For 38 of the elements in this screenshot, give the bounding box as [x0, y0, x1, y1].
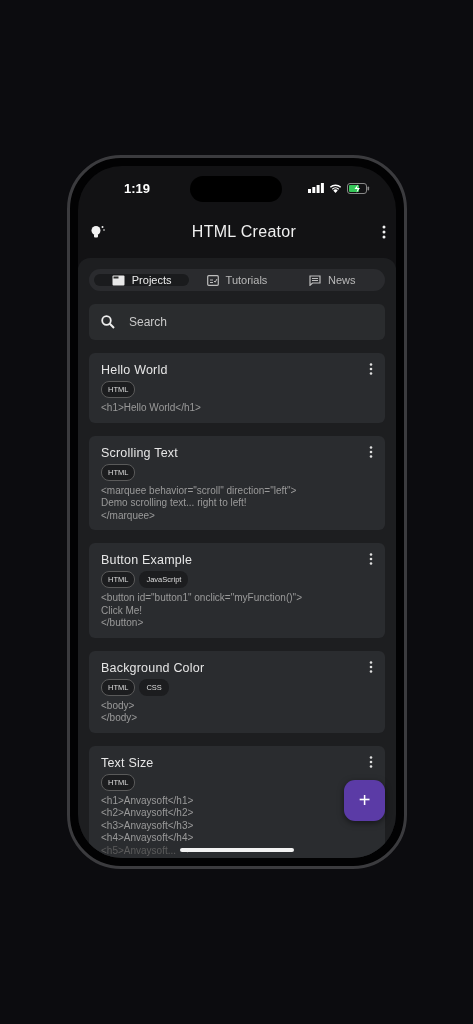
- more-icon[interactable]: [369, 660, 373, 673]
- code-line: <button id="button1" onclick="myFunction()">: [101, 592, 302, 605]
- code-line: Click Me!: [101, 604, 143, 617]
- wifi-icon: [329, 183, 342, 193]
- add-button[interactable]: +: [344, 780, 385, 821]
- code-line: <h1>Anvaysoft</h1>: [101, 794, 194, 807]
- lightbulb-icon[interactable]: [90, 224, 106, 240]
- project-title: Hello World: [101, 363, 168, 377]
- code-line: </button>: [101, 617, 144, 630]
- chat-icon: [309, 274, 322, 286]
- battery-icon: [347, 182, 370, 194]
- tab[interactable]: Projects: [94, 274, 190, 286]
- project-title: Background Color: [101, 660, 205, 675]
- code-line: </marquee>: [101, 509, 155, 522]
- project-title: Scrolling Text: [101, 445, 178, 460]
- more-icon[interactable]: [369, 755, 373, 768]
- project-title: Text Size: [101, 755, 154, 770]
- checklist-icon: [206, 274, 219, 286]
- app-title: HTML Creator: [191, 223, 297, 241]
- code-line: <marquee behavior="scroll" direction="left">: [101, 484, 297, 497]
- more-icon[interactable]: [369, 363, 373, 375]
- folder-icon: [111, 274, 125, 286]
- code-line: <h4>Anvaysoft</h4>: [101, 832, 194, 845]
- code-line: <h3>Anvaysoft</h3>: [101, 819, 194, 832]
- code-line: </body>: [101, 712, 138, 725]
- more-icon[interactable]: [369, 445, 373, 458]
- tab[interactable]: Tutorials: [189, 274, 285, 286]
- signal-icon: [308, 183, 324, 193]
- code-line: <h1>Hello World</h1>: [101, 402, 201, 415]
- code-line: <body>: [101, 699, 135, 712]
- tab[interactable]: News: [284, 274, 380, 286]
- more-icon[interactable]: [382, 225, 386, 239]
- project-title: Button Example: [101, 553, 193, 567]
- more-icon[interactable]: [369, 553, 373, 565]
- code-line: <h2>Anvaysoft</h2>: [101, 807, 194, 820]
- search-field[interactable]: Search: [89, 304, 385, 340]
- status-time: 1:19: [124, 180, 151, 196]
- code-line: Demo scrolling text... right to left!: [101, 497, 247, 510]
